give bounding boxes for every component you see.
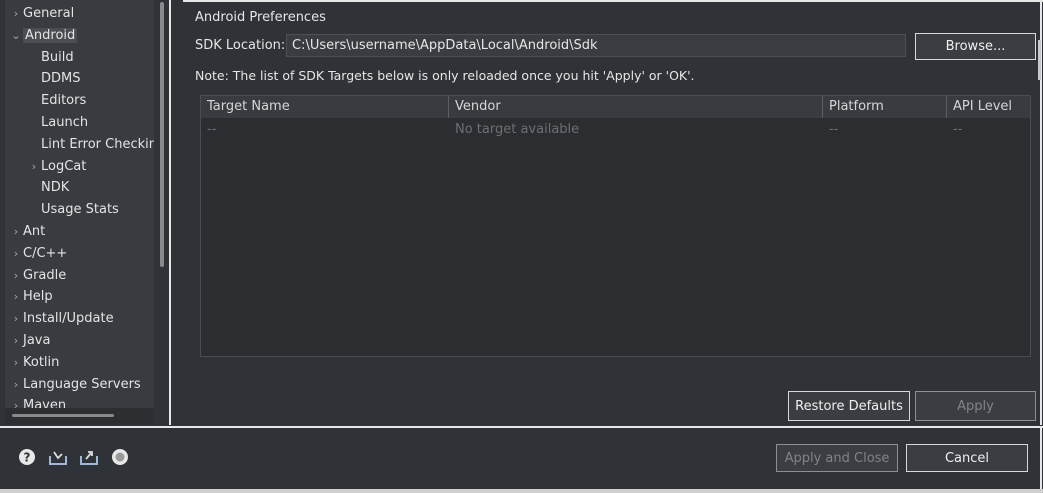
tree-item-label: C/C++ xyxy=(23,245,68,261)
tree-item-label: Help xyxy=(23,289,53,305)
table-cell-platform: -- xyxy=(829,122,839,137)
import-icon[interactable] xyxy=(48,448,67,466)
tree-item-label: Usage Stats xyxy=(41,202,119,218)
tree-item-build[interactable]: Build xyxy=(27,48,74,68)
tree-item-label: LogCat xyxy=(41,158,87,174)
tree-item-install-update[interactable]: › Install/Update xyxy=(9,309,114,329)
tree-item-language-servers[interactable]: › Language Servers xyxy=(9,375,141,395)
chevron-right-icon[interactable]: › xyxy=(9,4,23,24)
tree-item-help[interactable]: › Help xyxy=(9,287,53,307)
tree-item-label: General xyxy=(23,6,75,21)
chevron-right-icon[interactable]: › xyxy=(9,309,23,329)
export-icon[interactable] xyxy=(79,448,98,466)
tree-item-kotlin[interactable]: › Kotlin xyxy=(9,353,60,373)
browse-button[interactable]: Browse... xyxy=(915,33,1036,60)
tree-item-label: Build xyxy=(41,49,74,65)
column-header-platform[interactable]: Platform xyxy=(823,96,947,118)
tree-item-label: Java xyxy=(23,333,51,348)
tree-item-label: Language Servers xyxy=(23,376,141,392)
tree-item-label: Launch xyxy=(41,115,89,130)
tree-item-java[interactable]: › Java xyxy=(9,331,51,351)
table-cell-target-name: -- xyxy=(207,122,217,137)
tree-item-usage-stats[interactable]: Usage Stats xyxy=(27,200,119,220)
tree-item-label: Editors xyxy=(41,93,87,109)
tree-item-label: Kotlin xyxy=(23,354,60,370)
column-header-api-level[interactable]: API Level xyxy=(947,96,1030,118)
apply-and-close-button[interactable]: Apply and Close xyxy=(776,444,898,472)
chevron-right-icon[interactable]: › xyxy=(9,331,23,351)
tree-horizontal-scrollbar[interactable] xyxy=(12,414,114,417)
window-bottom-edge xyxy=(0,489,1043,493)
chevron-down-icon[interactable]: ⌄ xyxy=(9,26,23,46)
column-header-target-name[interactable]: Target Name xyxy=(201,96,449,118)
tree-item-ndk[interactable]: NDK xyxy=(27,178,69,198)
tree-item-lint-error-checking[interactable]: Lint Error Checking xyxy=(27,135,154,155)
tree-item-android[interactable]: ⌄ Android xyxy=(9,26,78,46)
tree-item-logcat[interactable]: › LogCat xyxy=(27,157,87,177)
restore-defaults-button[interactable]: Restore Defaults xyxy=(788,391,910,421)
tree-item-label: Lint Error Checking xyxy=(41,136,154,152)
tree-item-label: Gradle xyxy=(23,267,67,283)
chevron-right-icon[interactable]: › xyxy=(27,157,41,177)
chevron-right-icon[interactable]: › xyxy=(9,375,23,395)
tree-item-c-c-[interactable]: › C/C++ xyxy=(9,244,68,264)
tree-item-editors[interactable]: Editors xyxy=(27,91,86,111)
tree-item-gradle[interactable]: › Gradle xyxy=(9,266,66,286)
chevron-right-icon[interactable]: › xyxy=(9,222,23,242)
chevron-right-icon[interactable]: › xyxy=(9,266,23,286)
record-icon[interactable] xyxy=(111,448,129,466)
page-vertical-scrollbar[interactable] xyxy=(1038,40,1041,80)
preference-tree[interactable]: › General ⌄ Android Build DDMS Editors Launch Li… xyxy=(5,0,154,424)
svg-text:?: ? xyxy=(24,451,31,465)
button-bar-divider xyxy=(0,426,1043,428)
chevron-right-icon[interactable]: › xyxy=(9,353,23,373)
tree-item-label: Android xyxy=(23,27,78,43)
sdk-targets-table[interactable]: Target Name Vendor Platform API Level --… xyxy=(200,95,1031,357)
tree-item-label: Ant xyxy=(23,224,46,239)
column-header-vendor[interactable]: Vendor xyxy=(449,96,823,118)
tree-divider xyxy=(169,0,171,425)
chevron-right-icon[interactable]: › xyxy=(9,244,23,264)
help-icon[interactable]: ? xyxy=(18,448,36,466)
tree-vertical-scrollbar[interactable] xyxy=(160,2,164,267)
chevron-right-icon[interactable]: › xyxy=(9,287,23,307)
tree-item-label: DDMS xyxy=(41,71,81,87)
sdk-location-label: SDK Location: xyxy=(195,38,286,53)
cancel-button[interactable]: Cancel xyxy=(906,444,1028,472)
tree-item-general[interactable]: › General xyxy=(9,4,74,24)
page-title: Android Preferences xyxy=(195,10,326,25)
table-cell-vendor: No target available xyxy=(455,122,580,137)
page-top-border xyxy=(183,0,1043,2)
tree-item-label: NDK xyxy=(41,180,70,196)
tree-item-label: Install/Update xyxy=(23,311,114,327)
sdk-location-input[interactable] xyxy=(286,34,906,57)
apply-button[interactable]: Apply xyxy=(915,391,1036,421)
button-bar-right-border xyxy=(1040,428,1042,493)
tree-item-ddms[interactable]: DDMS xyxy=(27,69,81,89)
tree-item-launch[interactable]: Launch xyxy=(27,113,88,133)
sdk-note: Note: The list of SDK Targets below is o… xyxy=(195,68,695,83)
table-cell-api-level: -- xyxy=(953,122,963,137)
tree-item-ant[interactable]: › Ant xyxy=(9,222,45,242)
